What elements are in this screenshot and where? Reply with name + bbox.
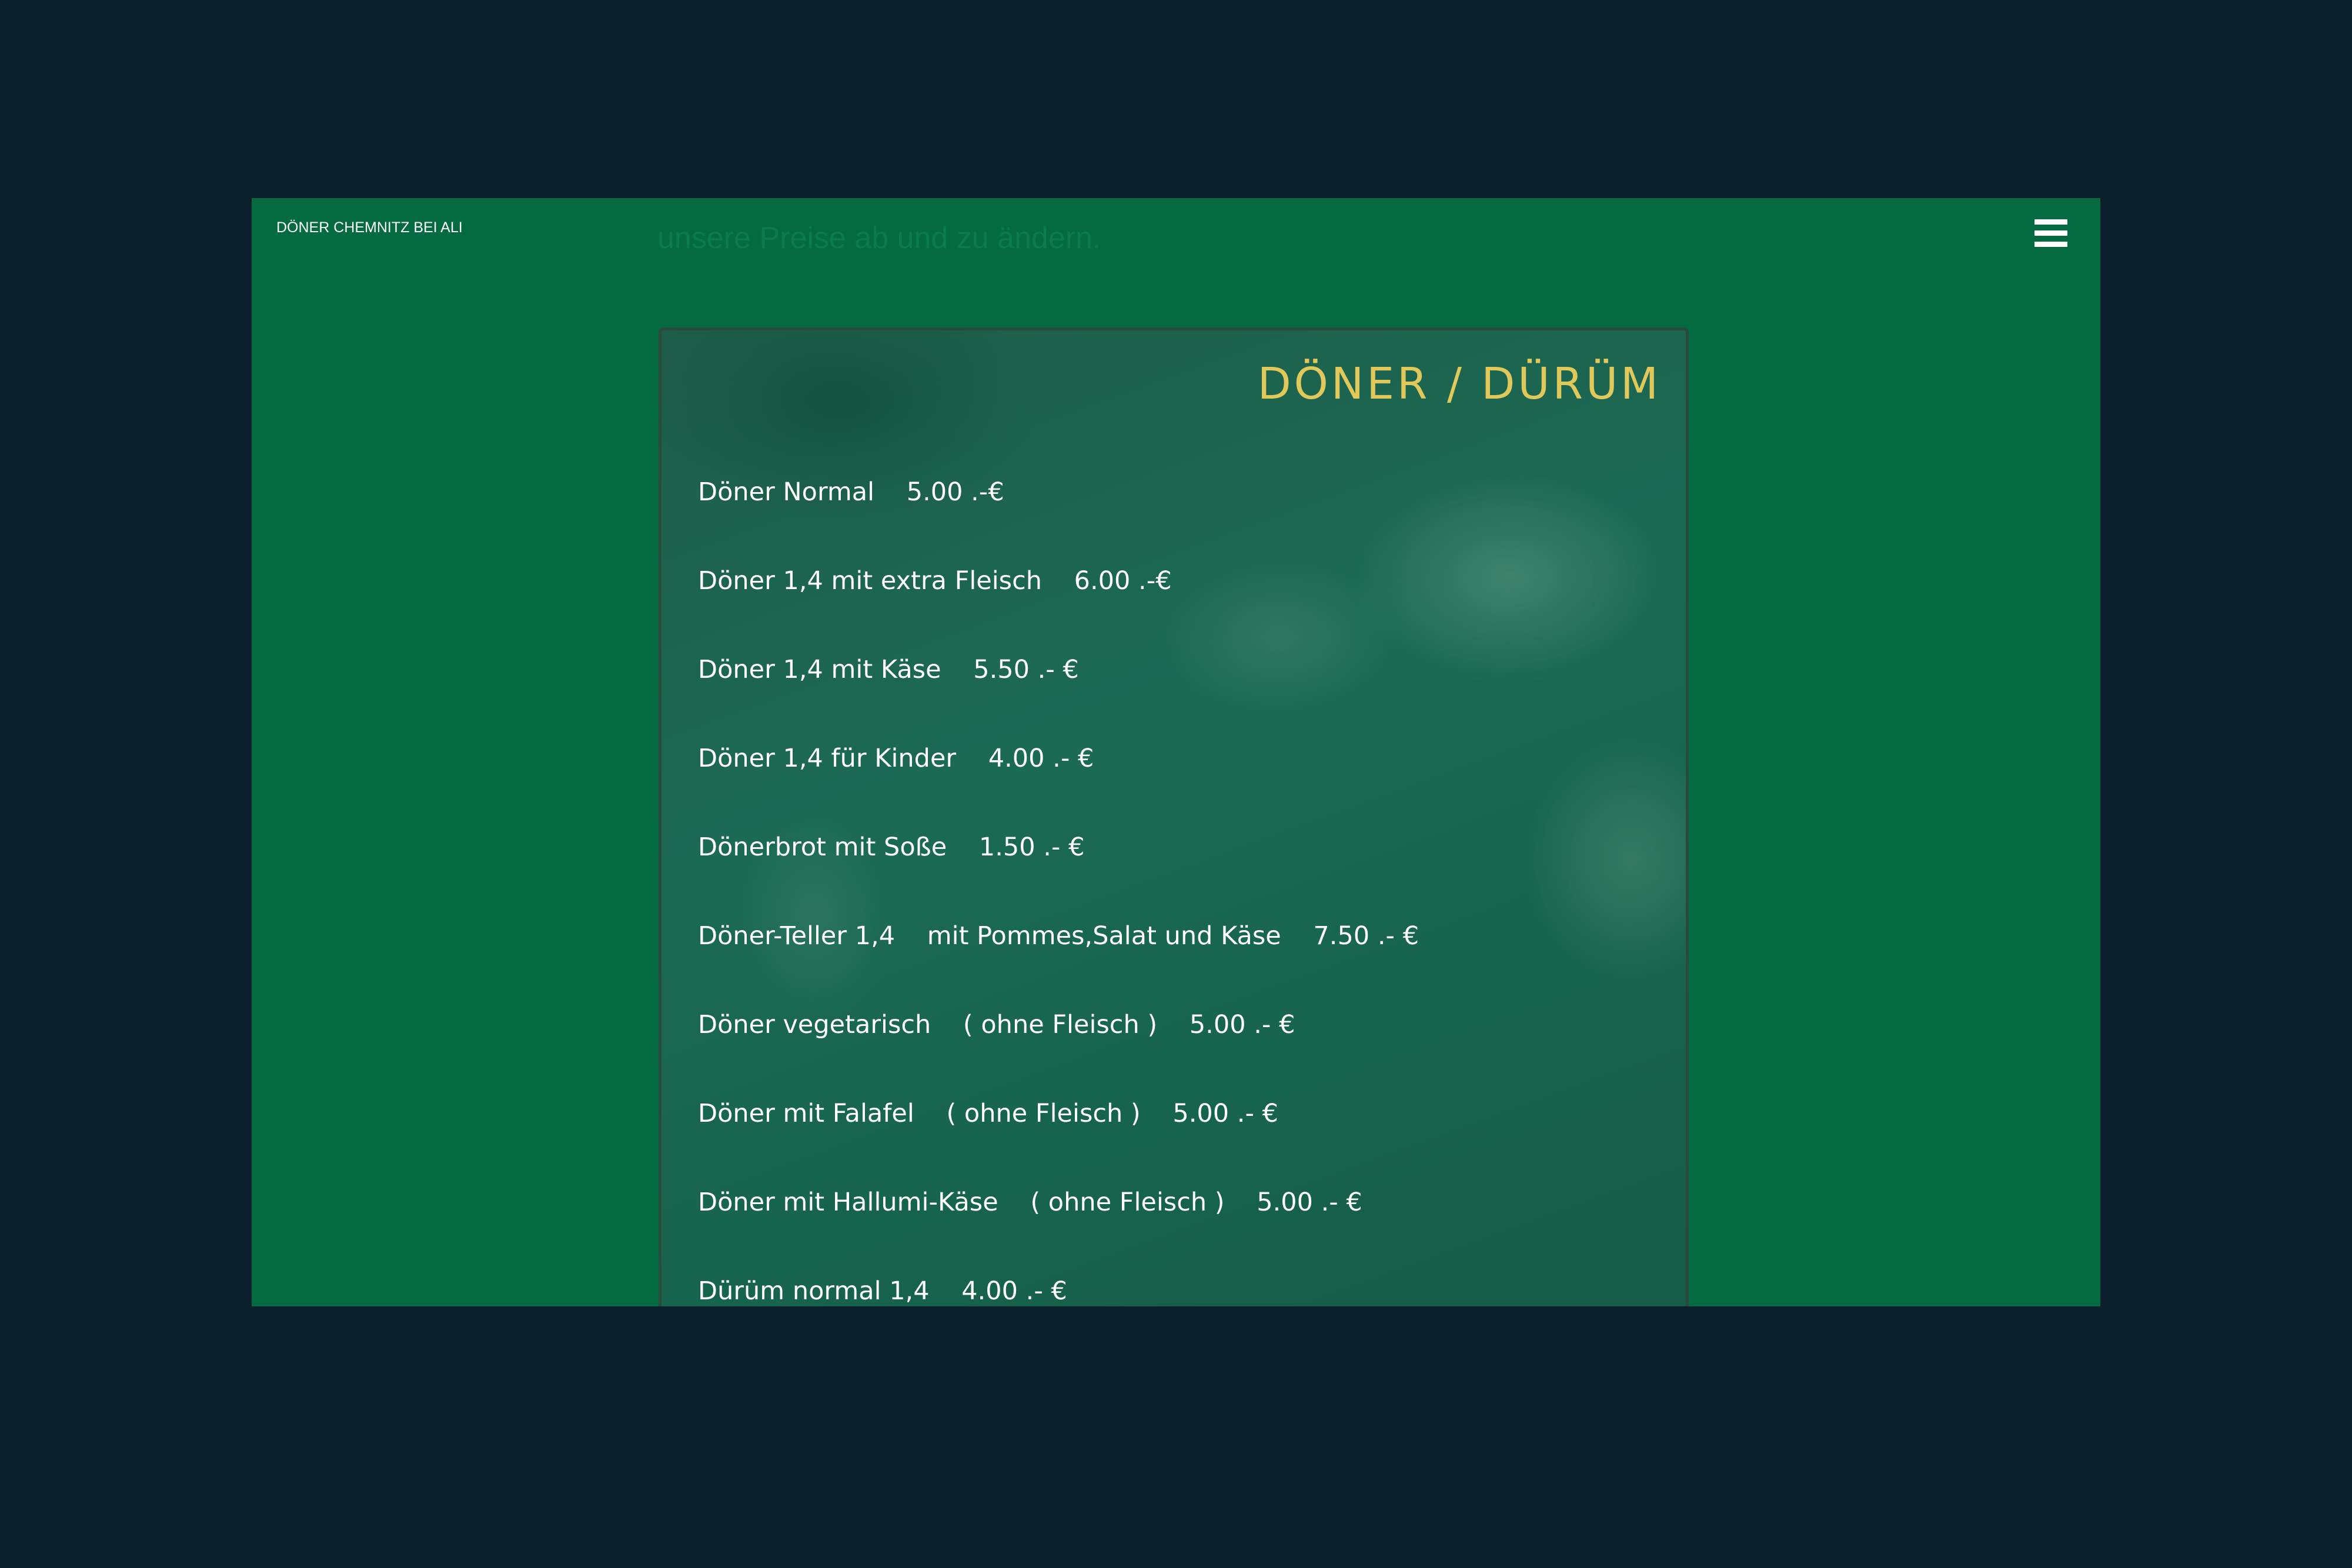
menu-bar-bottom bbox=[2034, 242, 2067, 247]
menu-item-doener-vegetarisch: Döner vegetarisch ( ohne Fleisch ) 5.00 … bbox=[698, 1010, 1295, 1039]
faded-background-text: unsere Preise ab und zu ändern. bbox=[657, 221, 1101, 255]
menu-bar-top bbox=[2034, 219, 2067, 225]
menu-item-doener-falafel: Döner mit Falafel ( ohne Fleisch ) 5.00 … bbox=[698, 1099, 1278, 1128]
chalkboard-menu-image: DÖNER / DÜRÜM Döner Normal 5.00 .-€ Döne… bbox=[659, 327, 1689, 1306]
menu-item-doener-normal: Döner Normal 5.00 .-€ bbox=[698, 477, 1004, 507]
menu-item-list: Döner Normal 5.00 .-€ Döner 1,4 mit extr… bbox=[662, 330, 1686, 1306]
site-brand-link[interactable]: DÖNER CHEMNITZ BEI ALI bbox=[276, 219, 463, 236]
menu-item-doener-extra-fleisch: Döner 1,4 mit extra Fleisch 6.00 .-€ bbox=[698, 566, 1172, 596]
menu-bar-middle bbox=[2034, 230, 2067, 236]
menu-item-doenerbrot: Dönerbrot mit Soße 1.50 .- € bbox=[698, 833, 1085, 862]
menu-item-doener-teller: Döner-Teller 1,4 mit Pommes,Salat und Kä… bbox=[698, 921, 1419, 951]
menu-item-doener-kinder: Döner 1,4 für Kinder 4.00 .- € bbox=[698, 744, 1094, 773]
menu-item-duerum-normal: Dürüm normal 1,4 4.00 .- € bbox=[698, 1276, 1067, 1306]
menu-item-doener-kaese: Döner 1,4 mit Käse 5.50 .- € bbox=[698, 655, 1079, 684]
hamburger-menu-icon[interactable] bbox=[2033, 217, 2069, 250]
browser-viewport: DÖNER CHEMNITZ BEI ALI unsere Preise ab … bbox=[252, 198, 2100, 1306]
menu-item-doener-hallumi: Döner mit Hallumi-Käse ( ohne Fleisch ) … bbox=[698, 1188, 1362, 1217]
